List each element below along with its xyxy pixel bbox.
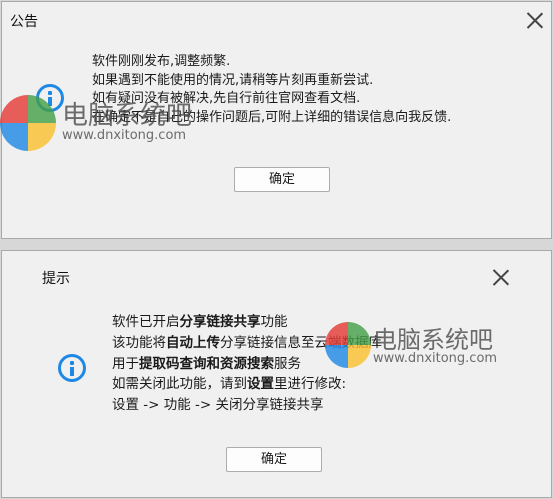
dialog-message: 软件已开启分享链接共享功能 该功能将自动上传分享链接信息至云端数据库 用于提取码… [112, 312, 382, 416]
dialog-message: 软件刚刚发布,调整频繁. 如果遇到不能使用的情况,请稍等片刻再重新尝试. 如有疑… [92, 53, 451, 127]
message-line: 软件刚刚发布,调整频繁. [92, 54, 231, 69]
message-line: 如有疑问没有被解决,先自行前往官网查看文档. [92, 91, 361, 107]
info-icon [58, 354, 86, 382]
message-line: 该功能将自动上传分享链接信息至云端数据库 [112, 334, 382, 351]
message-line: 设置 -> 功能 -> 关闭分享链接共享 [112, 397, 324, 414]
info-icon [36, 84, 64, 112]
dialog-title: 公告 [10, 14, 38, 30]
close-icon[interactable] [492, 268, 510, 286]
ok-button[interactable]: 确定 [234, 167, 330, 192]
message-line: 如果遇到不能使用的情况,请稍等片刻再重新尝试. [92, 72, 374, 88]
dialog-title: 提示 [42, 271, 70, 287]
close-icon[interactable] [526, 11, 544, 29]
notice-dialog: 提示 软件已开启分享链接共享功能 该功能将自动上传分享链接信息至云端数据库 用于… [1, 250, 552, 498]
message-line: 用于提取码查询和资源搜索服务 [112, 355, 301, 372]
ok-button[interactable]: 确定 [226, 447, 322, 472]
message-line: 软件已开启分享链接共享功能 [112, 314, 288, 330]
announcement-dialog: 公告 软件刚刚发布,调整频繁. 如果遇到不能使用的情况,请稍等片刻再重新尝试. … [1, 1, 552, 239]
message-line: 在确定不是自己的操作问题后,可附上详细的错误信息向我反馈. [92, 109, 452, 125]
message-line: 如需关闭此功能，请到设置里进行修改: [112, 376, 347, 393]
